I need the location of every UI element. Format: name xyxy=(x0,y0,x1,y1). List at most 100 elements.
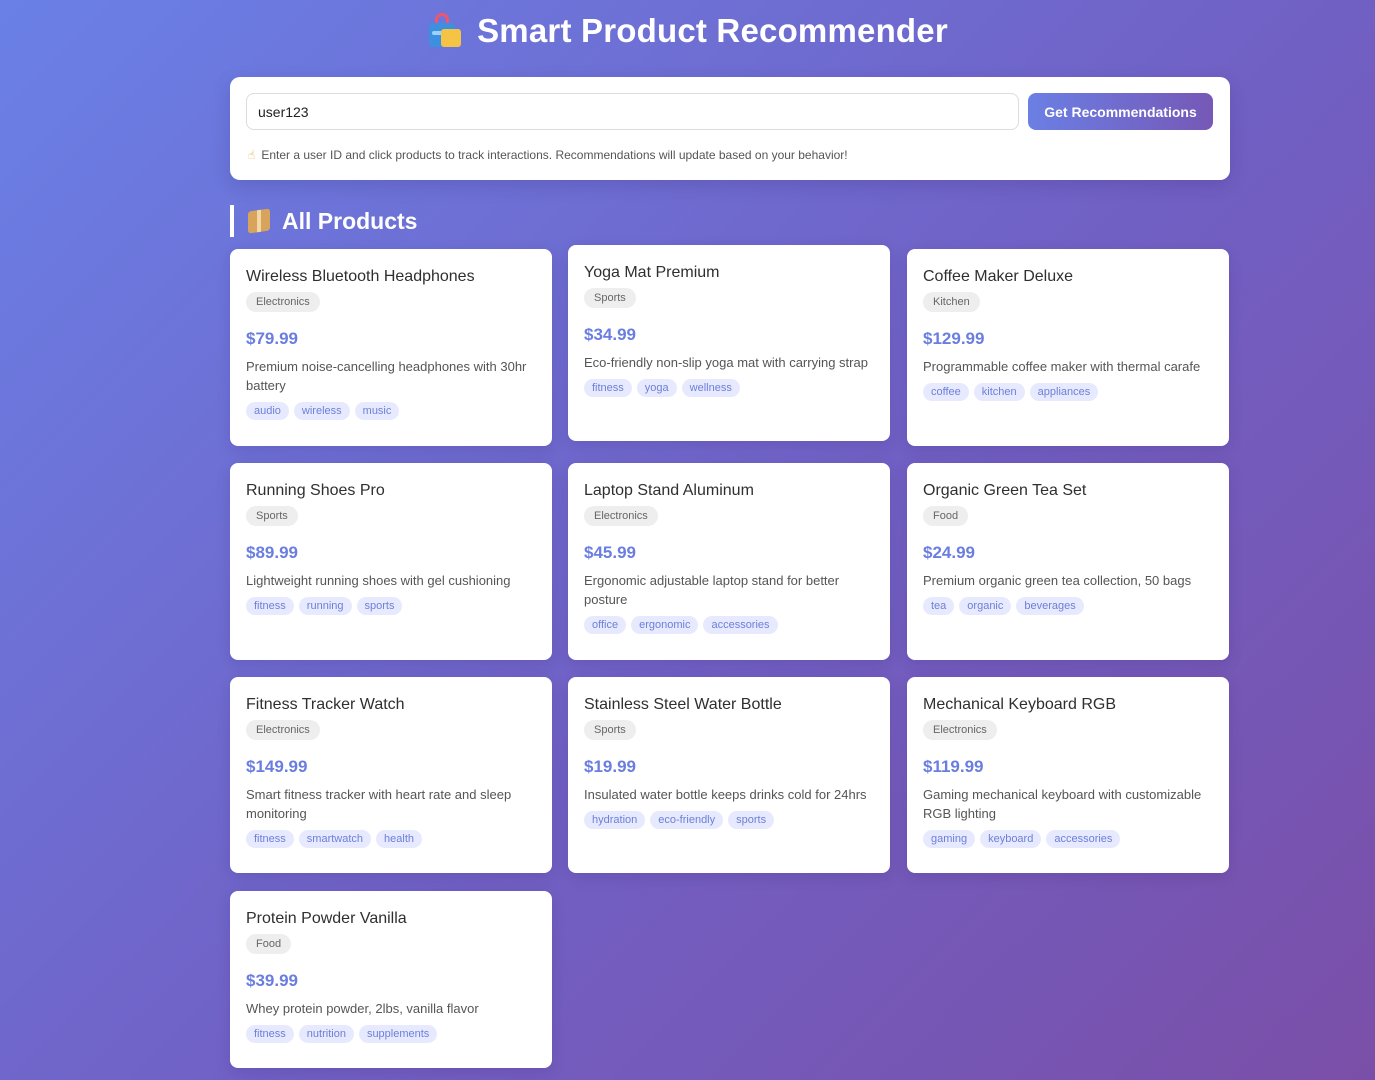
tag: coffee xyxy=(923,383,969,401)
tag-list: gaming keyboard accessories xyxy=(923,830,1213,848)
tag: fitness xyxy=(246,1025,294,1043)
product-name: Mechanical Keyboard RGB xyxy=(923,696,1116,713)
category-badge: Sports xyxy=(584,288,636,308)
product-description: Ergonomic adjustable laptop stand for be… xyxy=(584,573,840,607)
category-badge: Electronics xyxy=(584,506,658,526)
pointing-hand-icon: ☝ xyxy=(248,148,256,162)
product-card[interactable]: Organic Green Tea Set Food $24.99 Premiu… xyxy=(907,463,1229,660)
product-card[interactable]: Coffee Maker Deluxe Kitchen $129.99 Prog… xyxy=(907,249,1229,446)
tag: wireless xyxy=(293,402,350,420)
product-card[interactable]: Wireless Bluetooth Headphones Electronic… xyxy=(230,249,552,446)
product-description: Premium organic green tea collection, 50… xyxy=(923,573,1192,588)
page-title: Smart Product Recommender xyxy=(477,12,948,49)
product-price: $89.99 xyxy=(246,543,298,562)
product-price: $149.99 xyxy=(246,757,308,776)
product-price: $19.99 xyxy=(584,757,636,776)
category-badge: Food xyxy=(923,506,969,526)
hint-label: Enter a user ID and click products to tr… xyxy=(261,148,848,162)
tag: accessories xyxy=(1046,830,1121,848)
product-card[interactable]: Stainless Steel Water Bottle Sports $19.… xyxy=(568,677,890,873)
product-description: Programmable coffee maker with thermal c… xyxy=(923,359,1201,374)
tag: appliances xyxy=(1029,383,1099,401)
product-card[interactable]: Fitness Tracker Watch Electronics $149.9… xyxy=(230,677,552,873)
tag: nutrition xyxy=(298,1025,354,1043)
tag-list: tea organic beverages xyxy=(923,597,1213,615)
product-description: Whey protein powder, 2lbs, vanilla flavo… xyxy=(246,1001,479,1016)
tag: gaming xyxy=(923,830,976,848)
product-price: $129.99 xyxy=(923,329,985,348)
product-name: Wireless Bluetooth Headphones xyxy=(246,268,475,285)
product-card[interactable]: Yoga Mat Premium Sports $34.99 Eco-frien… xyxy=(568,245,890,441)
tag-list: fitness running sports xyxy=(246,597,536,615)
product-name: Running Shoes Pro xyxy=(246,482,385,499)
tag: fitness xyxy=(246,830,294,848)
category-badge: Sports xyxy=(584,720,636,740)
user-id-input[interactable] xyxy=(246,93,1019,130)
package-icon xyxy=(248,208,270,234)
product-description: Insulated water bottle keeps drinks cold… xyxy=(584,787,867,802)
product-card[interactable]: Running Shoes Pro Sports $89.99 Lightwei… xyxy=(230,463,552,660)
product-name: Protein Powder Vanilla xyxy=(246,910,407,927)
tag: sports xyxy=(356,597,403,615)
tag: audio xyxy=(246,402,289,420)
product-price: $34.99 xyxy=(584,325,636,344)
tag-list: coffee kitchen appliances xyxy=(923,383,1213,401)
product-description: Smart fitness tracker with heart rate an… xyxy=(246,787,512,821)
product-description: Lightweight running shoes with gel cushi… xyxy=(246,573,511,588)
get-recommendations-button[interactable]: Get Recommendations xyxy=(1028,93,1213,130)
product-card[interactable]: Protein Powder Vanilla Food $39.99 Whey … xyxy=(230,891,552,1068)
tag: sports xyxy=(728,811,775,829)
product-name: Fitness Tracker Watch xyxy=(246,696,405,713)
product-price: $39.99 xyxy=(246,971,298,990)
page-header: Smart Product Recommender xyxy=(0,12,1375,50)
category-badge: Electronics xyxy=(246,720,320,740)
tag-list: audio wireless music xyxy=(246,402,536,420)
product-card[interactable]: Mechanical Keyboard RGB Electronics $119… xyxy=(907,677,1229,873)
tag: fitness xyxy=(246,597,294,615)
shopping-bags-icon xyxy=(427,13,463,49)
tag: music xyxy=(354,402,400,420)
product-name: Coffee Maker Deluxe xyxy=(923,268,1073,285)
hint-text: ☝ Enter a user ID and click products to … xyxy=(248,148,848,162)
tag: wellness xyxy=(681,379,740,397)
section-header: All Products xyxy=(230,205,417,237)
section-title: All Products xyxy=(282,207,418,234)
product-price: $45.99 xyxy=(584,543,636,562)
product-name: Yoga Mat Premium xyxy=(584,264,720,281)
tag: running xyxy=(298,597,352,615)
product-price: $24.99 xyxy=(923,543,975,562)
product-description: Eco-friendly non-slip yoga mat with carr… xyxy=(584,355,868,370)
category-badge: Sports xyxy=(246,506,298,526)
tag-list: hydration eco-friendly sports xyxy=(584,811,874,829)
tag-list: fitness smartwatch health xyxy=(246,830,536,848)
tag: office xyxy=(584,616,627,634)
product-card[interactable]: Laptop Stand Aluminum Electronics $45.99… xyxy=(568,463,890,660)
product-description: Gaming mechanical keyboard with customiz… xyxy=(923,787,1202,821)
category-badge: Kitchen xyxy=(923,292,980,312)
product-name: Organic Green Tea Set xyxy=(923,482,1087,499)
tag: hydration xyxy=(584,811,646,829)
tag: supplements xyxy=(358,1025,438,1043)
tag: smartwatch xyxy=(298,830,372,848)
tag: health xyxy=(376,830,423,848)
tag: yoga xyxy=(636,379,677,397)
tag-list: fitness nutrition supplements xyxy=(246,1025,536,1043)
product-price: $119.99 xyxy=(923,757,984,776)
tag: keyboard xyxy=(980,830,1042,848)
category-badge: Electronics xyxy=(923,720,997,740)
product-description: Premium noise-cancelling headphones with… xyxy=(246,359,527,393)
product-name: Laptop Stand Aluminum xyxy=(584,482,754,499)
tag: eco-friendly xyxy=(650,811,724,829)
tag: ergonomic xyxy=(631,616,699,634)
category-badge: Electronics xyxy=(246,292,320,312)
tag: beverages xyxy=(1016,597,1084,615)
tag-list: office ergonomic accessories xyxy=(584,616,874,634)
tag: accessories xyxy=(703,616,778,634)
tag: fitness xyxy=(584,379,632,397)
search-panel: Get Recommendations ☝ Enter a user ID an… xyxy=(230,77,1230,180)
tag: organic xyxy=(959,597,1012,615)
product-price: $79.99 xyxy=(246,329,298,348)
tag-list: fitness yoga wellness xyxy=(584,379,874,397)
category-badge: Food xyxy=(246,934,292,954)
tag: tea xyxy=(923,597,955,615)
